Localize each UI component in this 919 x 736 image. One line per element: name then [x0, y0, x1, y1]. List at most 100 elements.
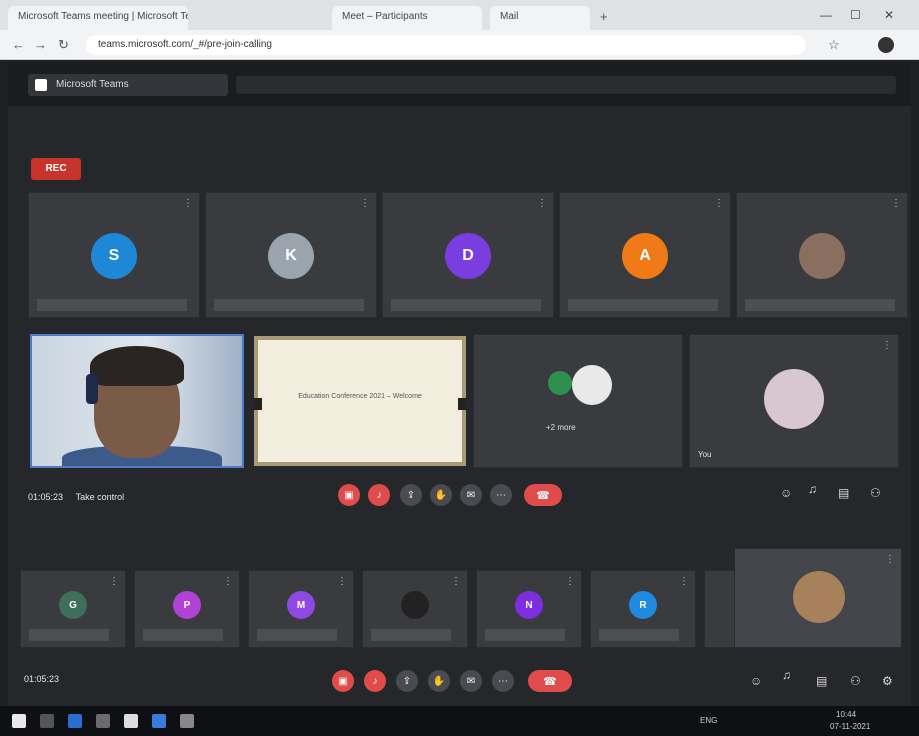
app-title-text: Microsoft Teams	[56, 79, 129, 90]
timer-text: 01:05:23	[24, 674, 60, 684]
chat-button[interactable]: ✉	[460, 670, 482, 692]
chat-button[interactable]: ✉	[460, 484, 482, 506]
mic-off-button[interactable]: ♪	[368, 484, 390, 506]
meeting-app: Microsoft Teams REC ⋮ S ⋮ K ⋮ D ⋮ A ⋮ Ed…	[8, 62, 911, 706]
browser-tab-bar: Microsoft Teams meeting | Microsoft Team…	[0, 0, 919, 30]
group-label: +2 more	[546, 423, 576, 432]
avatar	[799, 233, 845, 279]
more-options-icon[interactable]: ⋮	[714, 198, 724, 209]
url-input[interactable]: teams.microsoft.com/_#/pre-join-calling	[86, 35, 806, 55]
screen-edge-handle	[458, 398, 466, 410]
more-options-icon[interactable]: ⋮	[451, 576, 461, 587]
recording-badge: REC	[31, 158, 81, 180]
more-options-icon[interactable]: ⋮	[679, 576, 689, 587]
camera-off-button[interactable]: ▣	[338, 484, 360, 506]
self-view-tile[interactable]: ⋮	[734, 548, 902, 648]
timer-text: 01:05:23	[28, 492, 64, 502]
participant-tile[interactable]: ⋮	[362, 570, 468, 648]
app-logo-icon	[35, 79, 47, 91]
app-title: Microsoft Teams	[28, 74, 228, 96]
leave-call-button[interactable]: ☎	[524, 484, 562, 506]
participant-tile[interactable]: ⋮ K	[205, 192, 377, 318]
forward-icon[interactable]: →	[34, 37, 47, 52]
more-actions-button[interactable]: ⋯	[490, 484, 512, 506]
participant-name	[745, 299, 895, 311]
browser-tab[interactable]: Mail	[490, 6, 590, 30]
avatar: P	[173, 591, 201, 619]
chat-icon[interactable]: ▤	[838, 486, 849, 500]
browser-taskbar-icon[interactable]	[68, 714, 82, 728]
participant-video[interactable]	[30, 334, 244, 468]
maximize-icon[interactable]: ☐	[850, 8, 861, 22]
extensions-icon[interactable]: ☆	[828, 37, 840, 53]
new-tab-icon[interactable]: +	[600, 9, 608, 24]
leave-call-button[interactable]: ☎	[528, 670, 572, 692]
search-icon[interactable]	[40, 714, 54, 728]
browser-tab[interactable]: Microsoft Teams meeting | Microsoft Team…	[8, 6, 188, 30]
close-window-icon[interactable]: ✕	[884, 8, 894, 22]
device-settings-icon[interactable]: ⚙	[882, 674, 893, 688]
participant-name	[29, 629, 109, 641]
tray-clock[interactable]: 10:44	[836, 710, 856, 719]
participant-tile[interactable]: ⋮ N	[476, 570, 582, 648]
mic-off-button[interactable]: ♪	[364, 670, 386, 692]
participants-icon[interactable]: ☺	[780, 486, 792, 500]
participant-tile[interactable]: ⋮ R	[590, 570, 696, 648]
shared-screen[interactable]: Education Conference 2021 – Welcome	[254, 336, 466, 466]
more-options-icon[interactable]: ⋮	[109, 576, 119, 587]
tray-language[interactable]: ENG	[700, 716, 717, 725]
os-taskbar: ENG 10:44 07-11-2021	[0, 706, 919, 736]
share-screen-button[interactable]: ⇪	[400, 484, 422, 506]
screen-edge-handle	[254, 398, 262, 410]
participant-tile[interactable]: ⋮ A	[559, 192, 731, 318]
more-options-icon[interactable]: ⋮	[891, 198, 901, 209]
reload-icon[interactable]: ↻	[58, 37, 69, 53]
more-options-icon[interactable]: ⋮	[565, 576, 575, 587]
participant-group-tile[interactable]: +2 more	[473, 334, 683, 468]
browser-tab-label: Mail	[500, 11, 519, 22]
avatar: R	[629, 591, 657, 619]
camera-off-button[interactable]: ▣	[332, 670, 354, 692]
avatar: A	[622, 233, 668, 279]
participant-tile[interactable]: ⋮	[736, 192, 908, 318]
avatar: S	[91, 233, 137, 279]
more-options-icon[interactable]: ⋮	[183, 198, 193, 209]
app-taskbar-icon[interactable]	[180, 714, 194, 728]
more-actions-button[interactable]: ⋯	[492, 670, 514, 692]
explorer-icon[interactable]	[96, 714, 110, 728]
participant-tile[interactable]: ⋮ S	[28, 192, 200, 318]
search-input[interactable]	[236, 76, 896, 94]
start-icon[interactable]	[12, 714, 26, 728]
share-screen-button[interactable]: ⇪	[396, 670, 418, 692]
chat-icon[interactable]: ▤	[816, 674, 827, 688]
participant-name	[371, 629, 451, 641]
participant-name	[37, 299, 187, 311]
more-options-icon[interactable]: ⋮	[537, 198, 547, 209]
more-options-icon[interactable]: ⋮	[360, 198, 370, 209]
avatar: G	[59, 591, 87, 619]
more-options-icon[interactable]: ⋮	[882, 340, 892, 351]
app-taskbar-icon[interactable]	[124, 714, 138, 728]
raise-hand-button[interactable]: ✋	[428, 670, 450, 692]
back-icon[interactable]: ←	[12, 37, 25, 52]
participant-tile[interactable]: ⋮ P	[134, 570, 240, 648]
people-icon[interactable]: ⚇	[850, 674, 861, 688]
tray-date[interactable]: 07-11-2021	[830, 722, 870, 731]
profile-avatar[interactable]	[878, 37, 894, 53]
meeting-timer: 01:05:23	[24, 674, 59, 684]
minimize-icon[interactable]: —	[820, 8, 832, 22]
participants-icon[interactable]: ☺	[750, 674, 762, 688]
reactions-icon[interactable]: ♫	[782, 668, 791, 682]
app-taskbar-icon[interactable]	[152, 714, 166, 728]
browser-tab[interactable]: Meet – Participants	[332, 6, 482, 30]
participant-tile[interactable]: ⋮ M	[248, 570, 354, 648]
participant-tile[interactable]: ⋮ G	[20, 570, 126, 648]
more-options-icon[interactable]: ⋮	[223, 576, 233, 587]
participant-tile[interactable]: ⋮ D	[382, 192, 554, 318]
more-options-icon[interactable]: ⋮	[885, 554, 895, 565]
people-icon[interactable]: ⚇	[870, 486, 881, 500]
participant-tile[interactable]: ⋮ You	[689, 334, 899, 468]
reactions-icon[interactable]: ♫	[808, 482, 817, 496]
more-options-icon[interactable]: ⋮	[337, 576, 347, 587]
raise-hand-button[interactable]: ✋	[430, 484, 452, 506]
